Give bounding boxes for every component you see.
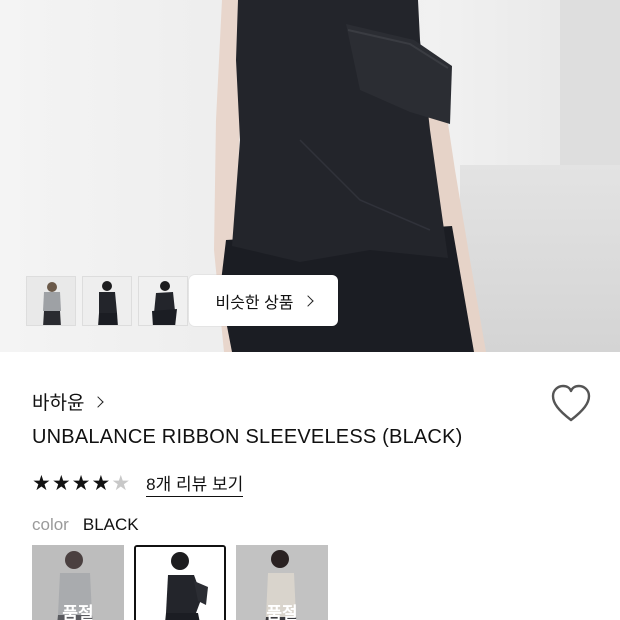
color-row: color BLACK — [32, 515, 139, 535]
chevron-right-icon — [301, 294, 314, 307]
heart-outline-icon[interactable] — [550, 384, 592, 424]
star-icon: ★ — [71, 472, 91, 495]
star-icon: ★ — [32, 472, 51, 495]
black-top-thumbnail[interactable] — [82, 276, 132, 326]
similar-products-button[interactable]: 비슷한 상품 — [189, 275, 338, 326]
brand-name: 바하윤 — [32, 393, 85, 414]
product-title: UNBALANCE RIBBON SLEEVELESS (BLACK) — [32, 426, 463, 448]
review-link[interactable]: 8개 리뷰 보기 — [146, 470, 244, 497]
gray-top-thumbnail[interactable] — [26, 276, 76, 326]
black-top-side-thumbnail[interactable] — [138, 276, 188, 326]
star-rating: ★ ★ ★ ★ ★ — [32, 473, 130, 494]
color-value: BLACK — [82, 515, 139, 534]
soldout-badge: 품절 — [266, 604, 298, 620]
similar-products-label: 비슷한 상품 — [215, 294, 294, 312]
swatch-black[interactable] — [134, 545, 226, 620]
rating-row: ★ ★ ★ ★ ★ 8개 리뷰 보기 — [32, 470, 244, 497]
color-swatches: 품절 품절 — [32, 545, 328, 620]
color-label: color — [32, 515, 69, 534]
soldout-badge: 품절 — [62, 604, 94, 620]
swatch-beige[interactable]: 품절 — [236, 545, 328, 620]
thumbnail-strip — [26, 276, 188, 326]
star-icon: ★ — [51, 472, 71, 495]
brand-link[interactable]: 바하윤 — [32, 388, 105, 415]
star-icon: ★ — [91, 472, 111, 495]
swatch-gray[interactable]: 품절 — [32, 545, 124, 620]
product-main-image[interactable]: 비슷한 상품 — [0, 0, 620, 352]
star-icon: ★ — [111, 472, 131, 495]
chevron-right-icon — [92, 395, 105, 408]
